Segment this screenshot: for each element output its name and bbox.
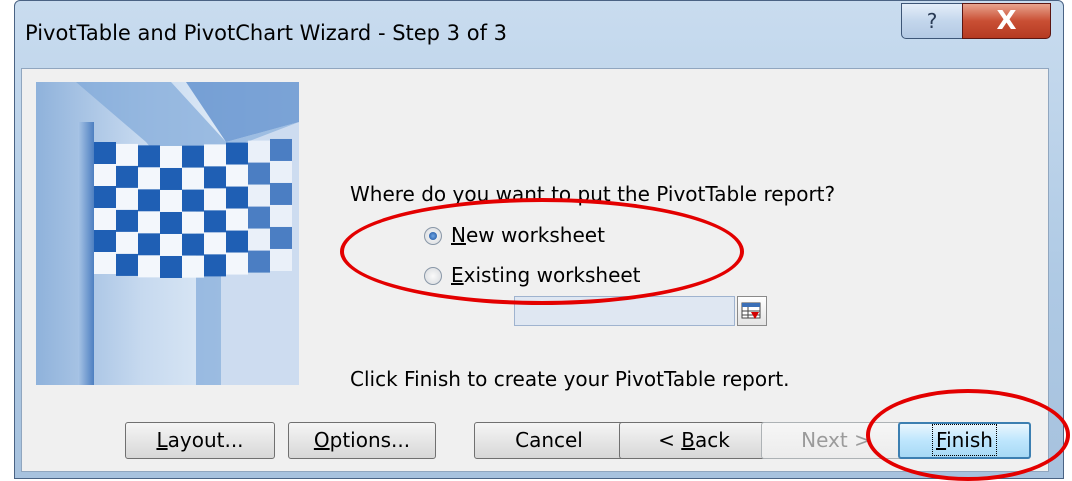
dialog-body: Where do you want to put the PivotTable …	[21, 68, 1049, 472]
finish-button[interactable]: Finish	[898, 422, 1031, 459]
placement-question: Where do you want to put the PivotTable …	[350, 182, 836, 206]
options-button[interactable]: Options...	[288, 422, 436, 459]
help-button[interactable]: ?	[901, 3, 963, 39]
existing-worksheet-radio[interactable]	[424, 267, 442, 285]
cancel-button[interactable]: Cancel	[474, 422, 624, 459]
collapse-dialog-icon	[741, 302, 761, 319]
checkered-flag-icon	[36, 82, 299, 385]
new-worksheet-label[interactable]: New worksheet	[451, 223, 605, 247]
close-button[interactable]: X	[962, 3, 1051, 39]
existing-worksheet-label[interactable]: Existing worksheet	[451, 263, 641, 287]
new-worksheet-radio[interactable]	[424, 227, 442, 245]
finish-hint: Click Finish to create your PivotTable r…	[350, 367, 790, 391]
question-mark-icon: ?	[926, 9, 938, 33]
window-title: PivotTable and PivotChart Wizard - Step …	[25, 21, 507, 45]
close-icon: X	[996, 6, 1017, 36]
reference-input[interactable]	[514, 296, 735, 326]
layout-button[interactable]: Layout...	[125, 422, 275, 459]
wizard-window: PivotTable and PivotChart Wizard - Step …	[14, 0, 1064, 479]
collapse-dialog-button[interactable]	[737, 296, 767, 326]
next-button[interactable]: Next >	[761, 422, 911, 459]
back-button[interactable]: < Back	[619, 422, 769, 459]
